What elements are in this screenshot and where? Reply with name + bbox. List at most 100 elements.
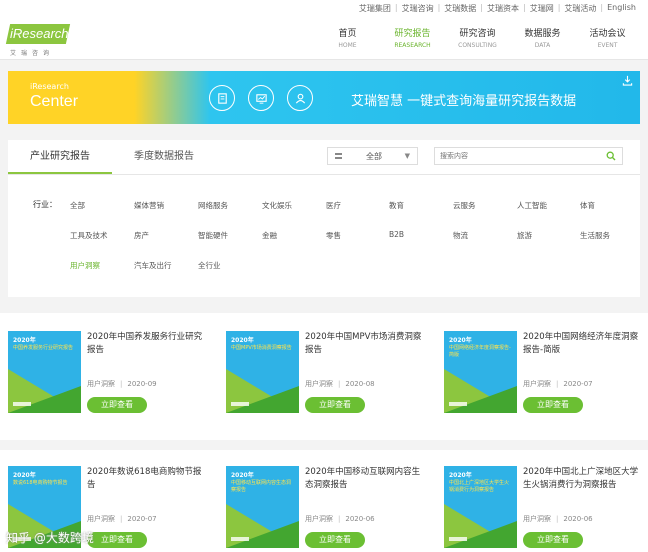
nav-item-consulting[interactable]: 研究咨询 CONSULTING (445, 26, 510, 49)
filter-item[interactable]: 教育 (389, 200, 404, 211)
report-category: 用户洞察 (87, 380, 115, 388)
filter-item[interactable]: 智能硬件 (198, 230, 228, 241)
filter-item[interactable]: 医疗 (326, 200, 341, 211)
logo-text: iResearch (10, 26, 69, 41)
report-date: 2020-07 (563, 380, 593, 388)
report-thumbnail[interactable]: 2020年 中国北上广深地区大学生火锅消费行为洞察报告 (444, 466, 517, 548)
filter-item[interactable]: 人工智能 (517, 200, 547, 211)
report-thumbnail[interactable]: 2020年 中国移动互联网内容生态洞察报告 (226, 466, 299, 548)
report-category: 用户洞察 (523, 515, 551, 523)
report-date: 2020-07 (127, 515, 157, 523)
banner-brand: iResearch (30, 82, 69, 91)
filter-label: 行业： (33, 200, 57, 209)
filter-item[interactable]: 体育 (580, 200, 595, 211)
top-link[interactable]: 艾瑞咨询 (402, 3, 434, 14)
filter-item[interactable]: B2B (389, 230, 404, 239)
report-meta: 用户洞察 | 2020-06 (305, 514, 375, 524)
thumbnail-title: 中国MPV市场消费洞察报告 (231, 345, 292, 351)
filter-item[interactable]: 零售 (326, 230, 341, 241)
filter-item[interactable]: 云服务 (453, 200, 476, 211)
top-link[interactable]: 艾瑞资本 (487, 3, 519, 14)
top-links: 艾瑞集团 | 艾瑞咨询 | 艾瑞数据 | 艾瑞资本 | 艾瑞网 | 艾瑞活动 | Engli… (358, 3, 636, 14)
report-category: 用户洞察 (305, 515, 333, 523)
people-icon[interactable] (287, 85, 313, 111)
tab-industry-report[interactable]: 产业研究报告 (8, 140, 112, 174)
view-now-button[interactable]: 立即查看 (87, 397, 147, 413)
select-value: 全部 (366, 152, 382, 161)
top-link[interactable]: English (607, 3, 636, 14)
nav-item-home[interactable]: 首页 HOME (315, 26, 380, 49)
top-link[interactable]: 艾瑞网 (530, 3, 554, 14)
search-icon[interactable] (606, 151, 616, 161)
meta-separator: | (338, 380, 341, 388)
report-card[interactable]: 2020年 中国养发服务行业研究报告 2020年中国养发服务行业研究报告 用户洞察 | 2… (8, 331, 224, 439)
category-select[interactable]: 全部 ▼ (327, 147, 418, 165)
report-meta: 用户洞察 | 2020-07 (87, 514, 157, 524)
thumbnail-shape (8, 386, 81, 413)
download-icon[interactable] (622, 75, 633, 86)
nav-sublabel: HOME (338, 42, 357, 49)
report-date: 2020-09 (127, 380, 157, 388)
report-date: 2020-06 (345, 515, 375, 523)
filter-item[interactable]: 文化娱乐 (262, 200, 292, 211)
filter-item[interactable]: 网络服务 (198, 200, 228, 211)
report-card[interactable]: 2020年 中国移动互联网内容生态洞察报告 2020年中国移动互联网内容生态洞察报告… (226, 466, 442, 552)
report-date: 2020-08 (345, 380, 375, 388)
nav-label: 研究咨询 (459, 29, 496, 39)
watermark: 知乎 @大数跨境 (6, 531, 94, 545)
report-card[interactable]: 2020年 中国MPV市场消费洞察报告 2020年中国MPV市场消费洞察报告 用户洞察… (226, 331, 442, 439)
filter-item[interactable]: 用户洞察 (70, 260, 100, 271)
filter-item[interactable]: 全部 (70, 200, 85, 211)
filter-item[interactable]: 生活服务 (580, 230, 610, 241)
view-now-button[interactable]: 立即查看 (87, 532, 147, 548)
report-title[interactable]: 2020年中国北上广深地区大学生火锅消费行为洞察报告 (523, 466, 643, 492)
nav-item-research[interactable]: 研究报告 REASEARCH (380, 26, 445, 49)
top-link[interactable]: 艾瑞集团 (359, 3, 391, 14)
report-thumbnail[interactable]: 2020年 中国网络经济年度洞察报告-简版 (444, 331, 517, 413)
report-icon[interactable] (209, 85, 235, 111)
tab-quarterly-report[interactable]: 季度数据报告 (112, 140, 216, 174)
view-now-button[interactable]: 立即查看 (523, 532, 583, 548)
top-link[interactable]: 艾瑞数据 (444, 3, 476, 14)
filter-panel: 产业研究报告 季度数据报告 全部 ▼ 行业： 全部媒体营销网络服务文化娱乐医疗教… (8, 140, 640, 297)
filter-item[interactable]: 工具及技术 (70, 230, 108, 241)
report-thumbnail[interactable]: 2020年 中国MPV市场消费洞察报告 (226, 331, 299, 413)
report-card[interactable]: 2020年 中国北上广深地区大学生火锅消费行为洞察报告 2020年中国北上广深地区大… (444, 466, 648, 552)
filter-item[interactable]: 旅游 (517, 230, 532, 241)
top-link[interactable]: 艾瑞活动 (564, 3, 596, 14)
hero-banner: iResearch Center 艾瑞智慧 一键式查询海量研究报告数据 (8, 71, 640, 124)
report-title[interactable]: 2020年数说618电商购物节报告 (87, 466, 207, 492)
thumbnail-year: 2020年 (13, 337, 36, 344)
nav-item-event[interactable]: 活动会议 EVENT (575, 26, 640, 49)
search-box (434, 147, 623, 165)
report-category: 用户洞察 (305, 380, 333, 388)
filter-item[interactable]: 房产 (134, 230, 149, 241)
filter-item[interactable]: 金融 (262, 230, 277, 241)
filter-item[interactable]: 物流 (453, 230, 468, 241)
filter-item[interactable]: 全行业 (198, 260, 221, 271)
view-now-button[interactable]: 立即查看 (305, 532, 365, 548)
report-title[interactable]: 2020年中国MPV市场消费洞察报告 (305, 331, 425, 357)
filter-item[interactable]: 媒体营销 (134, 200, 164, 211)
thumbnail-title: 数说618电商购物节报告 (13, 480, 68, 486)
report-thumbnail[interactable]: 2020年 中国养发服务行业研究报告 (8, 331, 81, 413)
view-now-button[interactable]: 立即查看 (523, 397, 583, 413)
thumbnail-shape (226, 386, 299, 413)
report-title[interactable]: 2020年中国养发服务行业研究报告 (87, 331, 207, 357)
nav-item-data[interactable]: 数据服务 DATA (510, 26, 575, 49)
nav-label: 研究报告 (394, 29, 431, 39)
filter-item[interactable]: 汽车及出行 (134, 260, 172, 271)
search-input[interactable] (440, 150, 600, 162)
thumbnail-title: 中国养发服务行业研究报告 (13, 345, 74, 351)
main-nav: 首页 HOME 研究报告 REASEARCH 研究咨询 CONSULTING 数据服务… (315, 26, 640, 49)
thumbnail-title: 中国移动互联网内容生态洞察报告 (231, 480, 292, 493)
report-title[interactable]: 2020年中国移动互联网内容生态洞察报告 (305, 466, 425, 492)
report-title[interactable]: 2020年中国网络经济年度洞察报告-简版 (523, 331, 643, 357)
report-card[interactable]: 2020年 中国网络经济年度洞察报告-简版 2020年中国网络经济年度洞察报告-简版… (444, 331, 648, 439)
thumbnail-year: 2020年 (231, 337, 254, 344)
view-now-button[interactable]: 立即查看 (305, 397, 365, 413)
chart-icon[interactable] (248, 85, 274, 111)
report-meta: 用户洞察 | 2020-09 (87, 379, 157, 389)
thumbnail-logo (449, 402, 467, 406)
thumbnail-logo (231, 402, 249, 406)
